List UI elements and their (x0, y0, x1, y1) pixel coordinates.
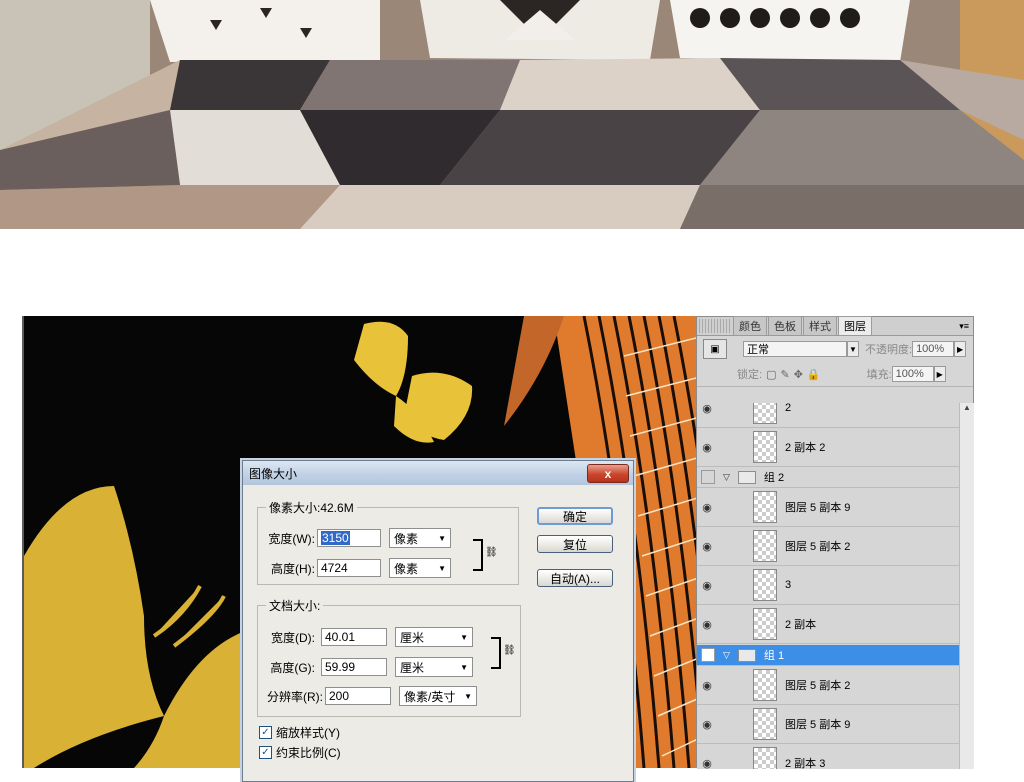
panel-menu-icon[interactable]: ▾≡ (959, 321, 969, 332)
chevron-down-icon: ▼ (460, 632, 468, 642)
layer-group-row-selected[interactable]: ▽ 组 1 (697, 645, 959, 666)
layer-thumbnail (753, 747, 777, 769)
chevron-down-icon: ▼ (460, 662, 468, 672)
eye-icon[interactable]: ◉ (697, 618, 717, 631)
pixel-width-input[interactable]: 3150 (317, 529, 381, 547)
layer-row[interactable]: ◉ 2 副本 3 (697, 744, 959, 769)
lock-transparent-icon[interactable]: ▢ (766, 368, 776, 381)
eye-icon[interactable]: ◉ (697, 441, 717, 454)
layer-row[interactable]: ◉ 图层 5 副本 2 (697, 666, 959, 705)
checkmark-icon: ✓ (259, 726, 272, 739)
layer-group-row[interactable]: ▽ 组 2 (697, 467, 959, 488)
layer-row[interactable]: ◉ 图层 5 副本 2 (697, 527, 959, 566)
expand-triangle-icon[interactable]: ▽ (723, 650, 730, 661)
layer-thumbnail (753, 708, 777, 740)
eye-icon[interactable]: ◉ (697, 579, 717, 592)
opacity-label: 不透明度: (865, 344, 913, 356)
layers-panel: 颜色 色板 样式 图层 ▾≡ ▣ 正常 ▼ 不透明度: 100% ▶ 锁定: ▢… (696, 316, 974, 769)
layer-thumbnail (753, 431, 777, 463)
folder-icon (737, 648, 756, 662)
constrain-proportions-checkbox[interactable]: ✓ 约束比例(C) (259, 744, 341, 761)
pixel-height-unit-select[interactable]: 像素 ▼ (389, 558, 451, 578)
tab-color[interactable]: 颜色 (733, 316, 767, 335)
eye-icon[interactable]: ◉ (697, 540, 717, 553)
doc-width-input[interactable]: 40.01 (321, 628, 387, 646)
resolution-label: 分辨率(R): (267, 689, 323, 704)
close-button[interactable]: x (587, 464, 629, 483)
blend-mode-select[interactable]: 正常 (743, 341, 847, 357)
bedding-photo (0, 0, 1024, 229)
layer-row[interactable]: ◉ 图层 5 副本 9 (697, 705, 959, 744)
layers-list: ◉ 2 ◉ 2 副本 2 ▽ 组 2 ◉ 图层 5 副本 9 ◉ 图层 5 副本… (697, 403, 959, 769)
chevron-down-icon[interactable]: ▼ (847, 341, 859, 357)
lock-label: 锁定: (737, 369, 763, 381)
ok-button[interactable]: 确定 (537, 507, 613, 525)
pixel-width-unit-select[interactable]: 像素 ▼ (389, 528, 451, 548)
doc-size-label: 文档大小: (266, 597, 324, 614)
layer-row[interactable]: ◉ 2 (697, 403, 959, 428)
resolution-unit-select[interactable]: 像素/英寸 ▼ (399, 686, 477, 706)
auto-button[interactable]: 自动(A)... (537, 569, 613, 587)
scroll-up-icon[interactable]: ▲ (960, 403, 974, 412)
close-icon: x (604, 466, 612, 481)
scale-styles-checkbox[interactable]: ✓ 缩放样式(Y) (259, 724, 340, 741)
doc-height-label: 高度(G): (270, 660, 315, 675)
layer-thumbnail (753, 491, 777, 523)
layers-scrollbar[interactable]: ▲ (959, 403, 974, 769)
doc-width-unit-select[interactable]: 厘米 ▼ (395, 627, 473, 647)
chevron-down-icon: ▼ (438, 563, 446, 573)
link-icon: ⛓ (485, 547, 498, 558)
layer-row[interactable]: ◉ 图层 5 副本 9 (697, 488, 959, 527)
layer-thumbnail (753, 530, 777, 562)
expand-triangle-icon[interactable]: ▽ (723, 472, 730, 483)
opacity-input[interactable]: 100% (912, 341, 955, 357)
tab-swatches[interactable]: 色板 (768, 316, 802, 335)
doc-link-bracket (491, 637, 501, 669)
visibility-toggle[interactable] (701, 648, 715, 662)
eye-icon[interactable]: ◉ (697, 501, 717, 514)
reset-button[interactable]: 复位 (537, 535, 613, 553)
lock-all-icon[interactable]: 🔒 (807, 368, 821, 381)
resolution-input[interactable]: 200 (325, 687, 391, 705)
panel-tabs: 颜色 色板 样式 图层 ▾≡ (697, 316, 973, 336)
layer-row[interactable]: ◉ 2 副本 2 (697, 428, 959, 467)
eye-icon[interactable]: ◉ (697, 757, 717, 770)
layer-thumb-icon: ▣ (703, 339, 727, 359)
pixel-height-input[interactable]: 4724 (317, 559, 381, 577)
height-label: 高度(H): (271, 561, 315, 576)
doc-width-label: 宽度(D): (271, 630, 315, 645)
tab-layers[interactable]: 图层 (838, 316, 872, 335)
link-bracket (473, 539, 483, 571)
dialog-titlebar[interactable]: 图像大小 x (243, 461, 633, 485)
chevron-right-icon[interactable]: ▶ (954, 341, 967, 357)
panel-grip[interactable] (699, 319, 731, 333)
doc-height-input[interactable]: 59.99 (321, 658, 387, 676)
folder-icon (737, 470, 756, 484)
checkmark-icon: ✓ (259, 746, 272, 759)
layer-row[interactable]: ◉ 2 副本 (697, 605, 959, 644)
tab-styles[interactable]: 样式 (803, 316, 837, 335)
chevron-down-icon: ▼ (438, 533, 446, 543)
chevron-right-icon[interactable]: ▶ (933, 366, 946, 382)
lock-brush-icon[interactable]: ✎ (780, 368, 789, 381)
layer-thumbnail (753, 669, 777, 701)
layer-row[interactable]: ◉ 3 (697, 566, 959, 605)
dialog-title: 图像大小 (249, 466, 298, 481)
chevron-down-icon: ▼ (464, 691, 472, 701)
visibility-toggle[interactable] (701, 470, 715, 484)
eye-icon[interactable]: ◉ (697, 403, 717, 415)
link-icon: ⛓ (503, 645, 516, 656)
lock-move-icon[interactable]: ✥ (794, 368, 803, 381)
fill-input[interactable]: 100% (891, 366, 934, 382)
width-label: 宽度(W): (268, 531, 315, 546)
fill-label: 填充: (866, 369, 892, 381)
eye-icon[interactable]: ◉ (697, 718, 717, 731)
eye-icon[interactable]: ◉ (697, 679, 717, 692)
layer-thumbnail (753, 403, 777, 424)
pixel-size-label: 像素大小:42.6M (266, 499, 357, 516)
layer-thumbnail (753, 569, 777, 601)
image-size-dialog: 图像大小 x 像素大小:42.6M 宽度(W): 3150 像素 ▼ 高度(H):… (242, 460, 634, 782)
doc-height-unit-select[interactable]: 厘米 ▼ (395, 657, 473, 677)
layer-thumbnail (753, 608, 777, 640)
